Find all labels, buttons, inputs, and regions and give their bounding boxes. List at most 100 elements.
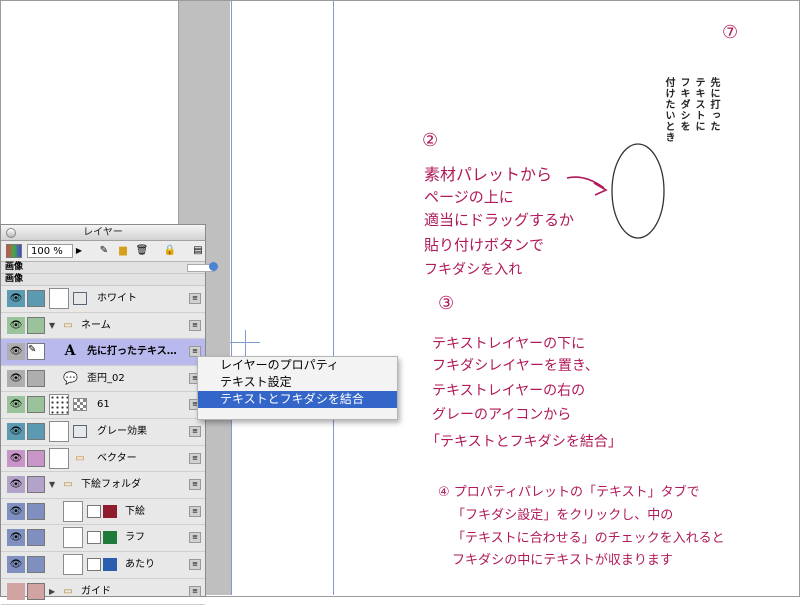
layer-name: ネーム xyxy=(81,319,111,331)
eye-icon[interactable]: 👁 xyxy=(7,529,25,547)
layer-name: 歪円_02 xyxy=(87,372,125,384)
folder-open-triangle-icon[interactable]: ▼ xyxy=(49,313,55,338)
layer-row[interactable]: 👁 グレー効果 ≡ xyxy=(1,419,205,446)
layer-row[interactable]: 👁 あたり ≡ xyxy=(1,552,205,579)
layer-option-icon[interactable]: ≡ xyxy=(189,585,201,597)
subgroup-header[interactable]: 画像 xyxy=(1,274,205,286)
step3-line-3: テキストレイヤーの右の xyxy=(432,383,586,399)
layer-name: ホワイト xyxy=(97,293,137,304)
new-folder-icon[interactable]: ▆ xyxy=(115,244,131,258)
layer-color-mark xyxy=(103,504,117,518)
layer-row-selected[interactable]: 👁 ✎ A 先に打ったテキス… ≡ xyxy=(1,339,205,366)
tone-layer-icon xyxy=(73,398,87,412)
folder-open-triangle-icon[interactable]: ▼ xyxy=(49,472,55,497)
step4-line-3: 「テキストに合わせる」のチェックを入れると xyxy=(452,531,725,546)
layer-option-icon[interactable]: ≡ xyxy=(189,558,201,570)
layer-color-swatch[interactable] xyxy=(27,555,45,573)
layer-row[interactable]: 👁 ▼ ▭ 下絵フォルダ ≡ xyxy=(1,472,205,499)
opacity-slider-knob[interactable] xyxy=(209,262,218,271)
folder-closed-triangle-icon[interactable]: ▶ xyxy=(49,579,55,604)
layer-thumbnail xyxy=(63,500,83,522)
layer-name: 下絵フォルダ xyxy=(81,479,141,491)
layer-type-icon xyxy=(87,557,101,571)
layer-row[interactable]: 👁 下絵 ≡ xyxy=(1,499,205,526)
layer-name: 61 xyxy=(97,399,110,411)
group-header[interactable]: 画像 xyxy=(1,262,218,274)
layer-row[interactable]: 👁 61 ≡ xyxy=(1,392,205,419)
trash-icon[interactable]: 🗑 xyxy=(135,244,149,258)
menu-item-text-settings[interactable]: テキスト設定 xyxy=(198,374,397,391)
layer-color-swatch[interactable] xyxy=(27,369,45,387)
eye-icon[interactable]: 👁 xyxy=(7,343,25,361)
eye-icon[interactable]: 👁 xyxy=(7,290,25,307)
layer-option-icon[interactable]: ≡ xyxy=(189,505,201,517)
vertical-text-col-3: フキダシを xyxy=(678,77,689,132)
layer-color-swatch[interactable] xyxy=(27,290,45,307)
text-layer-icon: A xyxy=(64,343,76,360)
step2-line-1: 素材パレットから xyxy=(424,165,553,184)
step3-line-1: テキストレイヤーの下に xyxy=(432,336,586,352)
layer-row[interactable]: 👁 ホワイト ≡ xyxy=(1,286,205,313)
layer-option-icon[interactable]: ≡ xyxy=(189,532,201,544)
palette-titlebar[interactable]: レイヤー xyxy=(1,225,205,241)
layer-row[interactable]: 👁 ラフ ≡ xyxy=(1,525,205,552)
layer-option-icon[interactable]: ≡ xyxy=(189,452,201,464)
eye-icon[interactable]: 👁 xyxy=(7,502,25,520)
eye-icon[interactable]: 👁 xyxy=(7,422,25,440)
close-icon[interactable] xyxy=(6,228,16,238)
layer-row[interactable]: 👁 💬 歪円_02 ≡ xyxy=(1,366,205,393)
vector-layer-icon: ▭ xyxy=(75,452,85,464)
layer-name: 先に打ったテキス… xyxy=(87,346,177,358)
step4-line-2: 「フキダシ設定」をクリックし、中の xyxy=(452,508,674,523)
palette-menu-icon[interactable]: ▤ xyxy=(191,244,205,258)
zoom-field[interactable]: 100 % xyxy=(27,244,73,258)
layer-option-icon[interactable]: ≡ xyxy=(189,293,201,304)
palette-title: レイヤー xyxy=(83,227,123,238)
step2-line-5: フキダシを入れ xyxy=(424,262,523,278)
layer-color-swatch[interactable] xyxy=(27,422,45,440)
folder-icon: ▭ xyxy=(63,319,73,331)
layer-palette: レイヤー 100 % ▶ ✎ ▆ 🗑 🔒 ▤ 画像 画像 👁 ホワイト ≡ 👁 … xyxy=(0,224,218,605)
eye-icon[interactable]: 👁 xyxy=(7,369,25,387)
step4-line-4: フキダシの中にテキストが収まります xyxy=(452,553,673,568)
eye-icon[interactable]: 👁 xyxy=(7,396,25,414)
folder-icon: ▭ xyxy=(63,479,73,491)
eye-icon[interactable]: 👁 xyxy=(7,316,25,334)
menu-item-merge-text-balloon[interactable]: テキストとフキダシを結合 xyxy=(198,391,397,408)
eye-icon[interactable]: 👁 xyxy=(7,555,25,573)
menu-item-layer-properties[interactable]: レイヤーのプロパティ xyxy=(198,357,397,374)
new-layer-icon[interactable]: ✎ xyxy=(97,244,111,258)
layer-name: 下絵 xyxy=(125,505,145,517)
raster-layer-icon xyxy=(73,424,87,438)
layer-color-swatch[interactable] xyxy=(27,316,45,334)
layer-option-icon[interactable]: ≡ xyxy=(189,319,201,331)
layer-row[interactable]: ▶ ▭ ガイド ≡ xyxy=(1,579,205,605)
layer-thumbnail xyxy=(49,420,69,442)
edit-pen-icon[interactable]: ✎ xyxy=(27,343,45,361)
layer-option-icon[interactable]: ≡ xyxy=(189,479,201,491)
layer-color-swatch[interactable] xyxy=(27,476,45,494)
lock-icon[interactable]: 🔒 xyxy=(163,244,177,258)
layer-color-swatch[interactable] xyxy=(27,449,45,467)
layer-color-swatch[interactable] xyxy=(27,529,45,547)
layer-name: ベクター xyxy=(97,452,137,464)
layer-option-icon[interactable]: ≡ xyxy=(189,425,201,437)
zoom-arrow-icon[interactable]: ▶ xyxy=(74,244,84,258)
eye-icon[interactable]: 👁 xyxy=(7,449,25,467)
eye-icon[interactable]: 👁 xyxy=(7,476,25,494)
speech-balloon xyxy=(611,143,665,239)
step4-line-1: ④ プロパティパレットの「テキスト」タブで xyxy=(438,485,700,500)
layer-thumbnail xyxy=(49,447,69,469)
layer-type-icon xyxy=(87,504,101,518)
layer-color-swatch[interactable] xyxy=(27,502,45,520)
layer-name: あたり xyxy=(125,558,155,570)
step2-line-4: 貼り付けボタンで xyxy=(424,236,545,254)
layer-row[interactable]: 👁 ▭ ベクター ≡ xyxy=(1,446,205,473)
group-header-label: 画像 xyxy=(5,262,24,272)
layer-row[interactable]: 👁 ▼ ▭ ネーム ≡ xyxy=(1,313,205,340)
step2-label: ② xyxy=(422,130,439,151)
layer-color-swatch[interactable] xyxy=(27,396,45,414)
layer-color-icon[interactable] xyxy=(6,244,22,258)
layer-thumbnail xyxy=(49,394,69,416)
layer-name: グレー効果 xyxy=(97,425,147,437)
